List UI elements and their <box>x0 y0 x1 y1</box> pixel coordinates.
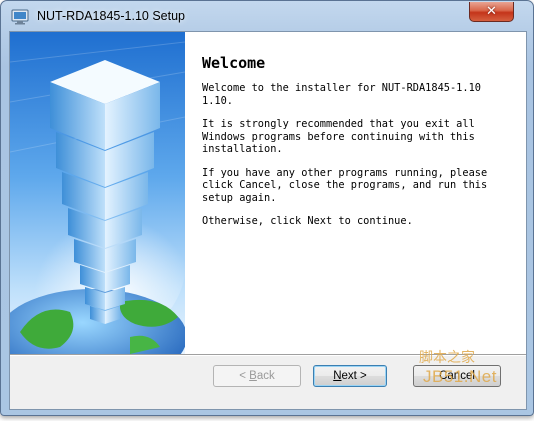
cube-tower-globe-banner <box>10 32 185 354</box>
back-mnemonic: B <box>249 370 257 382</box>
next-arrow: > <box>356 370 367 382</box>
title-bar[interactable]: NUT-RDA1845-1.10 Setup ✕ <box>1 1 533 31</box>
next-mnemonic: N <box>333 370 342 382</box>
welcome-heading: Welcome <box>202 54 266 72</box>
welcome-intro-text: Welcome to the installer for NUT-RDA1845… <box>202 82 481 107</box>
next-button[interactable]: Next > <box>313 365 387 387</box>
back-arrow: < <box>239 370 250 382</box>
close-button[interactable]: ✕ <box>469 2 514 22</box>
cancel-hint-text: If you have any other programs running, … <box>202 166 488 204</box>
close-icon: ✕ <box>486 4 497 19</box>
setup-window: NUT-RDA1845-1.10 Setup ✕ Welcome Welcome… <box>0 0 534 416</box>
continue-hint-text: Otherwise, click Next to continue. <box>202 215 413 227</box>
installer-app-icon <box>11 9 29 25</box>
watermark-site: JB51.Net <box>423 367 497 386</box>
back-button[interactable]: < Back <box>213 365 301 387</box>
back-label-rest: ack <box>256 370 275 382</box>
watermark-chinese: 脚本之家 <box>419 350 475 366</box>
next-label-rest: ext <box>341 370 357 382</box>
welcome-panel: Welcome Welcome to the installer for NUT… <box>185 32 526 354</box>
welcome-text: Welcome to the installer for NUT-RDA1845… <box>202 82 522 239</box>
window-title: NUT-RDA1845-1.10 Setup <box>37 9 185 23</box>
exit-programs-text: It is strongly recommended that you exit… <box>202 118 475 155</box>
